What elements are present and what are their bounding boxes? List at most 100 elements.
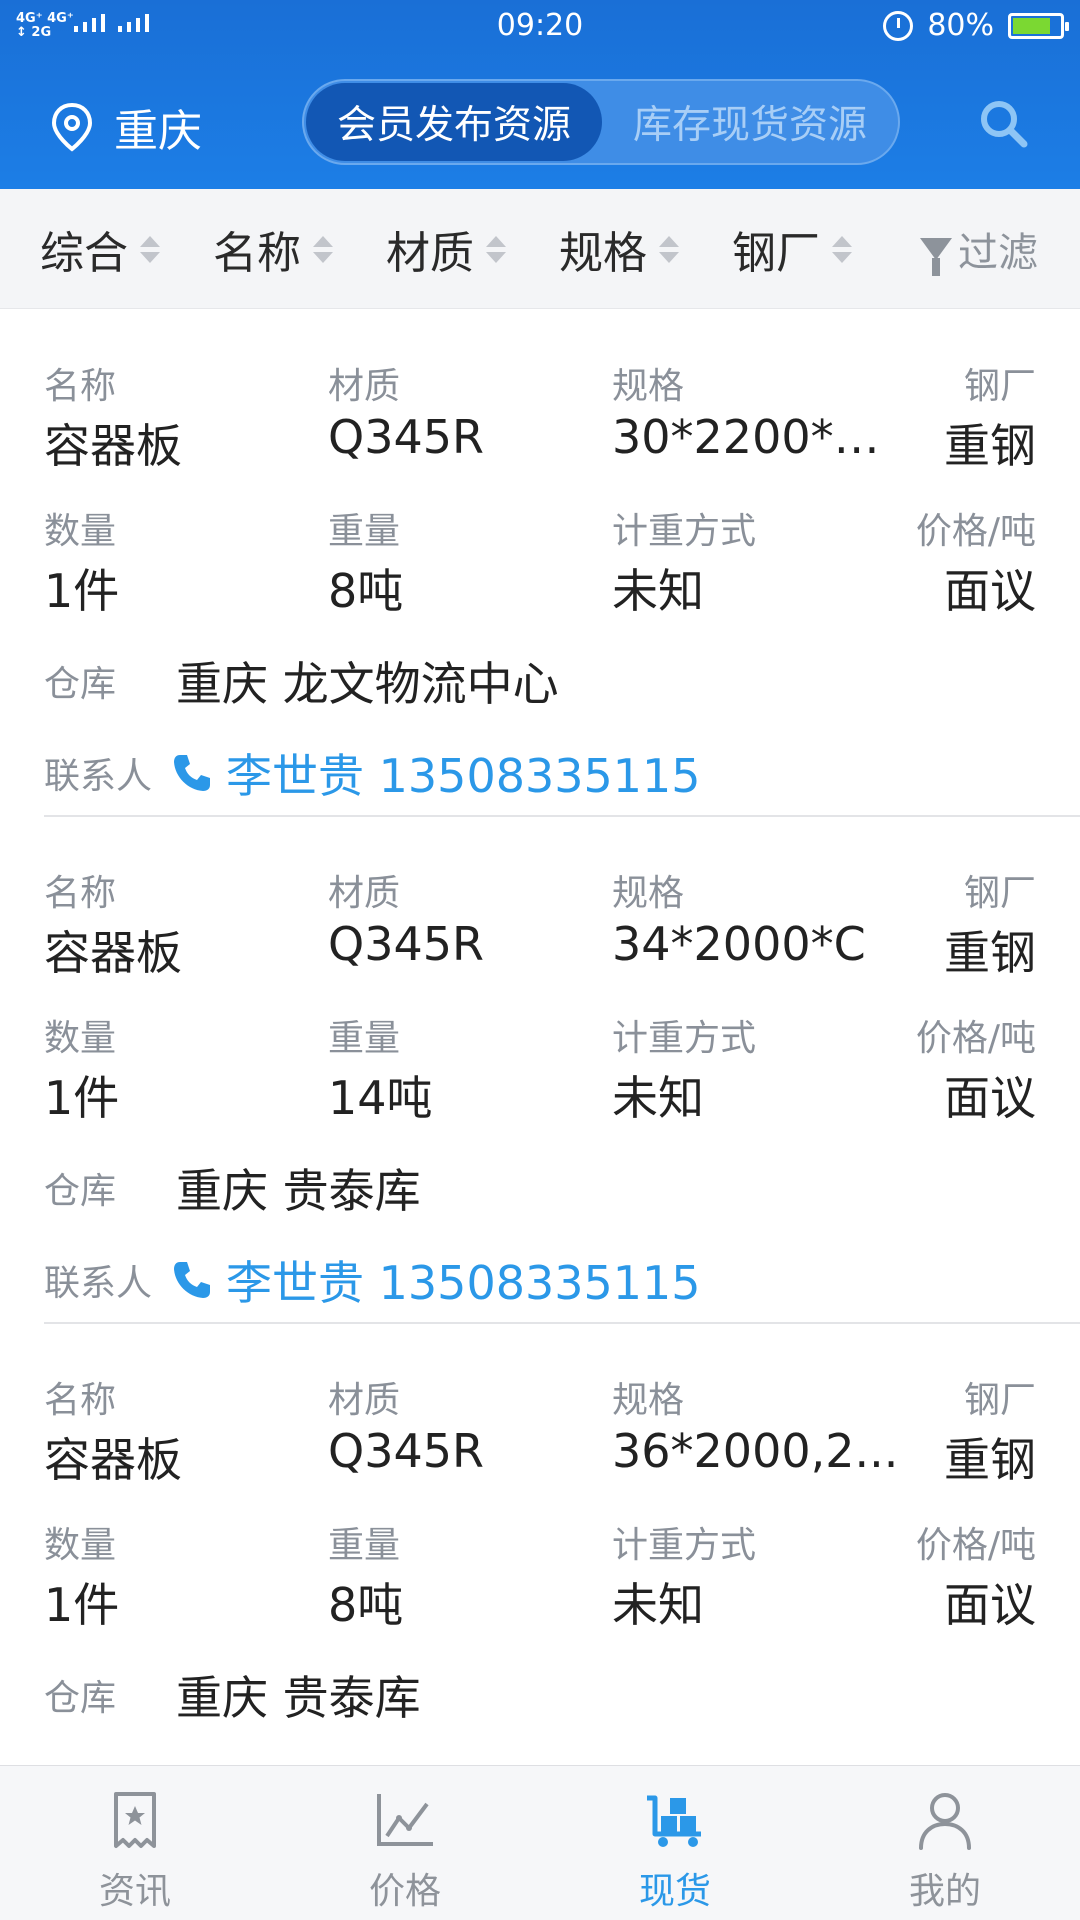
warehouse-value: 重庆 龙文物流中心 [176, 657, 559, 711]
spot-cart-icon [647, 1795, 701, 1847]
contact-link[interactable]: 李世贵 13508335115 [226, 1754, 701, 1765]
mill-value: 重钢 [944, 926, 1036, 980]
contact-link[interactable]: 李世贵 13508335115 [226, 1247, 701, 1313]
weight-value: 14吨 [328, 1071, 433, 1125]
sort-label: 钢厂 [732, 228, 820, 279]
price-value: 面议 [944, 564, 1036, 618]
contact-row: 联系人 李世贵 13508335115 [44, 1247, 701, 1313]
material-value: Q345R [328, 917, 484, 971]
warehouse-value: 重庆 贵泰库 [176, 1164, 421, 1218]
warehouse-value: 重庆 贵泰库 [176, 1671, 421, 1725]
nav-label: 现货 [638, 1871, 711, 1912]
sort-arrows-icon [659, 235, 679, 263]
quantity-value: 1件 [44, 1071, 120, 1125]
nav-mine[interactable]: 我的 [810, 1766, 1080, 1920]
price-value: 面议 [944, 1071, 1036, 1125]
quantity-label: 数量 [44, 511, 117, 552]
header: 4G⁺ 4G⁺ ↕ 2G 09:20 80% 重庆 会员发布资源 库存现货资源 [0, 0, 1080, 189]
material-label: 材质 [328, 1380, 401, 1421]
warehouse-row: 仓库 重庆 龙文物流中心 [44, 648, 559, 714]
nav-label: 我的 [908, 1871, 981, 1912]
battery-icon [1008, 12, 1069, 39]
weigh-method-value: 未知 [612, 1578, 704, 1632]
warehouse-label: 仓库 [44, 1171, 117, 1212]
mill-label: 钢厂 [963, 873, 1036, 914]
phone-icon [174, 755, 211, 791]
sort-label: 综合 [40, 228, 128, 279]
sort-arrows-icon [486, 235, 506, 263]
contact-row: 联系人 李世贵 13508335115 [44, 1754, 701, 1765]
tab-stock-resources[interactable]: 库存现货资源 [602, 83, 898, 161]
location-pin-icon [51, 102, 93, 152]
listing-card[interactable]: 名称 材质 规格 钢厂 容器板 Q345R 34*2000*C 重钢 数量 重量… [0, 817, 1080, 1324]
mill-value: 重钢 [944, 1433, 1036, 1487]
sort-arrows-icon [313, 235, 333, 263]
name-value: 容器板 [44, 926, 182, 980]
weigh-method-value: 未知 [612, 1071, 704, 1125]
quantity-label: 数量 [44, 1525, 117, 1566]
quantity-value: 1件 [44, 1578, 120, 1632]
tab-member-resources[interactable]: 会员发布资源 [306, 83, 602, 161]
name-label: 名称 [44, 873, 117, 914]
contact-label: 联系人 [44, 1263, 153, 1304]
sort-mill[interactable]: 钢厂 [732, 189, 852, 309]
phone-icon [174, 1262, 211, 1298]
nav-news[interactable]: 资讯 [0, 1766, 270, 1920]
contact-label: 联系人 [44, 756, 153, 797]
alarm-icon [883, 10, 914, 41]
material-value: Q345R [328, 1424, 484, 1478]
battery-percent: 80% [927, 8, 994, 43]
search-icon[interactable] [976, 96, 1032, 152]
screen: 4G⁺ 4G⁺ ↕ 2G 09:20 80% 重庆 会员发布资源 库存现货资源 … [0, 0, 1080, 1920]
spec-label: 规格 [612, 1380, 685, 1421]
name-value: 容器板 [44, 419, 182, 473]
mill-value: 重钢 [944, 419, 1036, 473]
sort-arrows-icon [140, 235, 160, 263]
news-bookmark-icon [114, 1792, 156, 1848]
sort-label: 材质 [386, 228, 474, 279]
price-value: 面议 [944, 1578, 1036, 1632]
contact-link[interactable]: 李世贵 13508335115 [226, 740, 701, 806]
warehouse-row: 仓库 重庆 贵泰库 [44, 1662, 421, 1728]
filter-button[interactable]: 过滤 [920, 189, 1038, 309]
nav-price[interactable]: 价格 [270, 1766, 540, 1920]
material-label: 材质 [328, 366, 401, 407]
sort-comprehensive[interactable]: 综合 [40, 189, 160, 309]
nav-spot[interactable]: 现货 [540, 1766, 810, 1920]
sort-name[interactable]: 名称 [213, 189, 333, 309]
name-value: 容器板 [44, 1433, 182, 1487]
listing-card[interactable]: 名称 材质 规格 钢厂 容器板 Q345R 36*2000,2... 重钢 数量… [0, 1324, 1080, 1765]
listing-list: 名称 材质 规格 钢厂 容器板 Q345R 30*2200*1... 重钢 数量… [0, 310, 1080, 1765]
price-label: 价格/吨 [915, 1525, 1036, 1566]
weight-value: 8吨 [328, 564, 404, 618]
warehouse-label: 仓库 [44, 1678, 117, 1719]
sort-label: 名称 [213, 228, 301, 279]
spec-value: 36*2000,2... [612, 1424, 899, 1478]
weight-value: 8吨 [328, 1578, 404, 1632]
warehouse-label: 仓库 [44, 664, 117, 705]
price-label: 价格/吨 [915, 511, 1036, 552]
sort-bar: 综合 名称 材质 规格 钢厂 过滤 [0, 189, 1080, 309]
listing-card[interactable]: 名称 材质 规格 钢厂 容器板 Q345R 30*2200*1... 重钢 数量… [0, 310, 1080, 817]
material-label: 材质 [328, 873, 401, 914]
weigh-method-label: 计重方式 [612, 1525, 757, 1566]
sort-material[interactable]: 材质 [386, 189, 506, 309]
quantity-value: 1件 [44, 564, 120, 618]
mill-label: 钢厂 [963, 366, 1036, 407]
price-chart-icon [377, 1794, 433, 1846]
nav-label: 价格 [368, 1871, 441, 1912]
nav-label: 资讯 [98, 1871, 171, 1912]
location-selector[interactable]: 重庆 [46, 95, 202, 159]
spec-label: 规格 [612, 366, 685, 407]
weight-label: 重量 [328, 1018, 401, 1059]
weigh-method-label: 计重方式 [612, 511, 757, 552]
bottom-nav: 资讯 价格 现货 我的 [0, 1765, 1080, 1920]
profile-icon [919, 1793, 971, 1850]
weigh-method-value: 未知 [612, 564, 704, 618]
spec-label: 规格 [612, 873, 685, 914]
warehouse-row: 仓库 重庆 贵泰库 [44, 1155, 421, 1221]
sort-spec[interactable]: 规格 [559, 189, 679, 309]
mill-label: 钢厂 [963, 1380, 1036, 1421]
filter-funnel-icon [920, 238, 952, 276]
material-value: Q345R [328, 410, 484, 464]
